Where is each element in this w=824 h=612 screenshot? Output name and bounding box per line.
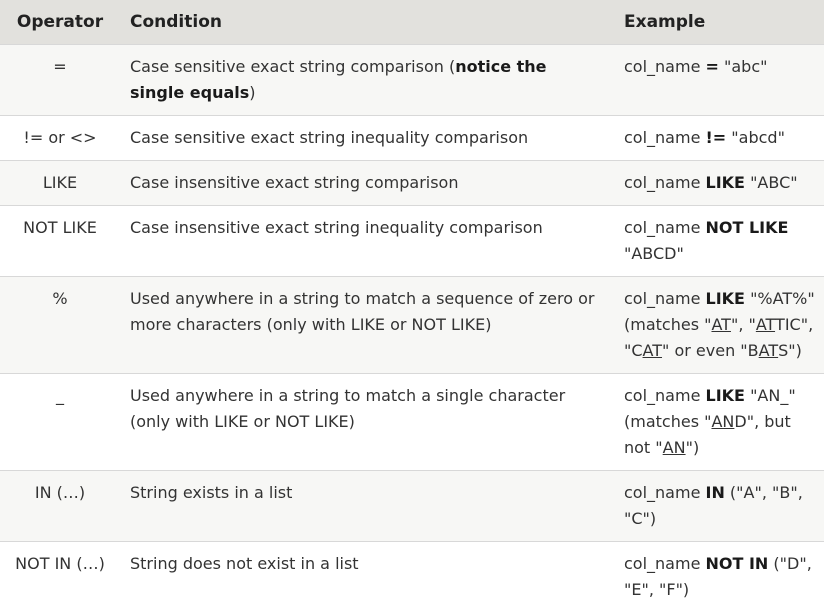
bold-text: LIKE xyxy=(705,172,745,192)
underlined-text: AT xyxy=(758,340,779,360)
text-segment: "abcd" xyxy=(726,127,785,147)
operator-cell: % xyxy=(0,275,120,373)
text-segment: Case insensitive exact string inequality… xyxy=(130,217,543,237)
text-segment: ") xyxy=(685,437,700,457)
bold-text: LIKE xyxy=(705,288,745,308)
bold-text: != xyxy=(705,127,727,147)
text-segment: ) xyxy=(249,82,256,102)
operator-cell: NOT IN (…) xyxy=(0,540,120,612)
example-cell: col_name LIKE "ABC" xyxy=(614,159,824,205)
text-segment: col_name xyxy=(624,56,706,76)
example-cell: col_name LIKE "AN_" (matches "AND", but … xyxy=(614,372,824,470)
bold-text: LIKE xyxy=(705,385,745,405)
table-body: = Case sensitive exact string comparison … xyxy=(0,43,824,612)
underlined-text: AN xyxy=(662,437,686,457)
table-row: NOT LIKE Case insensitive exact string in… xyxy=(0,204,824,276)
header-condition: Condition xyxy=(120,0,614,44)
table-row: % Used anywhere in a string to match a se… xyxy=(0,275,824,373)
operator-cell: != or <> xyxy=(0,114,120,160)
condition-cell: Case sensitive exact string inequality c… xyxy=(120,114,614,160)
text-segment: col_name xyxy=(624,172,706,192)
header-operator: Operator xyxy=(0,0,120,44)
underlined-text: AT xyxy=(642,340,663,360)
operator-cell: IN (…) xyxy=(0,469,120,541)
text-segment: Used anywhere in a string to match a sin… xyxy=(130,385,566,431)
example-cell: col_name != "abcd" xyxy=(614,114,824,160)
table-row: IN (…) String exists in a list col_name IN… xyxy=(0,469,824,541)
operator-cell: LIKE xyxy=(0,159,120,205)
condition-cell: Case insensitive exact string inequality… xyxy=(120,204,614,276)
text-segment: ", " xyxy=(730,314,756,334)
operators-table: Operator Condition Example = Case sensiti… xyxy=(0,0,824,612)
operator-cell: = xyxy=(0,43,120,115)
text-segment: S") xyxy=(778,340,802,360)
text-segment: col_name xyxy=(624,385,706,405)
underlined-text: AT xyxy=(711,314,731,334)
text-segment: "ABCD" xyxy=(624,243,684,263)
condition-cell: String exists in a list xyxy=(120,469,614,541)
underlined-text: AN xyxy=(711,411,735,431)
bold-text: IN xyxy=(705,482,725,502)
header-row: Operator Condition Example xyxy=(0,0,824,44)
table-row: = Case sensitive exact string comparison … xyxy=(0,43,824,115)
text-segment: col_name xyxy=(624,217,706,237)
bold-text: NOT LIKE xyxy=(705,217,789,237)
text-segment: col_name xyxy=(624,288,706,308)
text-segment: Case insensitive exact string comparison xyxy=(130,172,459,192)
text-segment: col_name xyxy=(624,482,706,502)
condition-cell: Case insensitive exact string comparison xyxy=(120,159,614,205)
text-segment: "ABC" xyxy=(744,172,798,192)
text-segment: String exists in a list xyxy=(130,482,293,502)
text-segment: Case sensitive exact string comparison ( xyxy=(130,56,456,76)
example-cell: col_name IN ("A", "B", "C") xyxy=(614,469,824,541)
condition-cell: String does not exist in a list xyxy=(120,540,614,612)
condition-cell: Used anywhere in a string to match a sin… xyxy=(120,372,614,470)
underlined-text: AT xyxy=(755,314,776,334)
text-segment: Case sensitive exact string inequality c… xyxy=(130,127,529,147)
operator-cell: NOT LIKE xyxy=(0,204,120,276)
bold-text: = xyxy=(705,56,719,76)
example-cell: col_name = "abc" xyxy=(614,43,824,115)
example-cell: col_name LIKE "%AT%" (matches "AT", "ATT… xyxy=(614,275,824,373)
example-cell: col_name NOT LIKE "ABCD" xyxy=(614,204,824,276)
text-segment: Used anywhere in a string to match a seq… xyxy=(130,288,595,334)
condition-cell: Case sensitive exact string comparison (… xyxy=(120,43,614,115)
table-row: != or <> Case sensitive exact string ineq… xyxy=(0,114,824,160)
text-segment: "abc" xyxy=(718,56,768,76)
text-segment: col_name xyxy=(624,127,706,147)
table-row: NOT IN (…) String does not exist in a lis… xyxy=(0,540,824,612)
table-row: _ Used anywhere in a string to match a si… xyxy=(0,372,824,470)
text-segment: " or even "B xyxy=(662,340,759,360)
condition-cell: Used anywhere in a string to match a seq… xyxy=(120,275,614,373)
header-example: Example xyxy=(614,0,824,44)
example-cell: col_name NOT IN ("D", "E", "F") xyxy=(614,540,824,612)
operator-cell: _ xyxy=(0,372,120,470)
table-row: LIKE Case insensitive exact string compar… xyxy=(0,159,824,205)
